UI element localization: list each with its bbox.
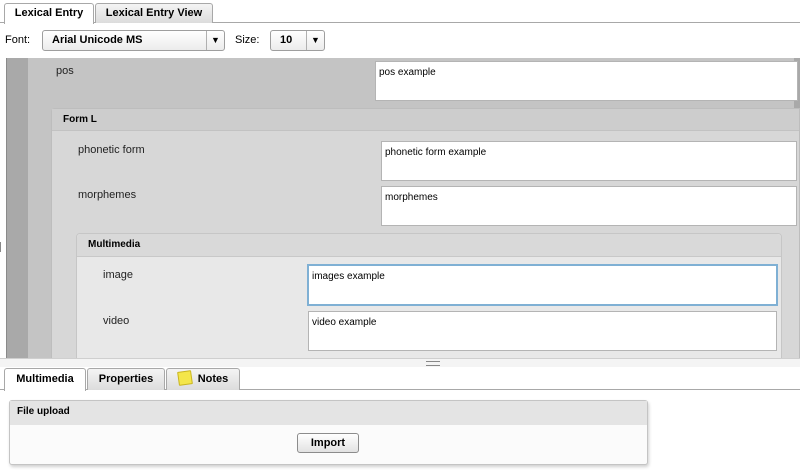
tab-properties[interactable]: Properties [87,368,165,390]
bottom-tab-bar: Multimedia Properties Notes [0,367,800,391]
morphemes-field[interactable]: morphemes [381,186,797,226]
pos-label: pos [56,65,74,77]
font-select[interactable]: Arial Unicode MS ▼ [42,30,225,51]
font-toolbar: Font: Arial Unicode MS ▼ Size: 10 ▼ [0,24,800,58]
phonetic-form-label: phonetic form [78,144,145,156]
video-field[interactable]: video example [308,311,777,351]
form-l-panel: Form L phonetic form phonetic form examp… [51,108,800,358]
top-tab-bar: Lexical Entry Lexical Entry View [0,0,800,24]
drag-handle-icon[interactable] [426,361,440,366]
tab-multimedia[interactable]: Multimedia [4,368,86,391]
image-label: image [103,269,133,281]
size-label: Size: [235,34,260,46]
left-resize-handle[interactable] [0,242,3,252]
tab-lexical-entry-view[interactable]: Lexical Entry View [95,3,213,23]
tab-notes-label: Notes [197,373,229,385]
video-label: video [103,315,130,327]
entry-editor[interactable]: pos pos example Form L phonetic form pho… [0,58,800,358]
file-upload-panel: File upload Import [9,400,648,465]
size-select[interactable]: 10 ▼ [270,30,325,51]
tab-notes[interactable]: Notes [166,368,240,390]
chevron-down-icon: ▼ [206,31,224,50]
file-upload-title: File upload [10,401,647,425]
pos-field[interactable]: pos example [375,61,798,101]
font-label: Font: [5,34,31,46]
phonetic-form-field[interactable]: phonetic form example [381,141,797,181]
panel-splitter[interactable] [0,358,800,367]
tab-lexical-entry[interactable]: Lexical Entry [4,3,94,24]
multimedia-panel: Multimedia image images example video vi… [76,233,782,358]
font-select-value: Arial Unicode MS [52,34,143,46]
note-icon [176,370,193,386]
morphemes-label: morphemes [78,189,137,201]
size-select-value: 10 [280,34,293,46]
form-l-title: Form L [52,109,799,131]
multimedia-title: Multimedia [77,234,781,257]
image-field[interactable]: images example [307,264,778,306]
chevron-down-icon: ▼ [306,31,324,50]
import-button[interactable]: Import [297,433,359,453]
